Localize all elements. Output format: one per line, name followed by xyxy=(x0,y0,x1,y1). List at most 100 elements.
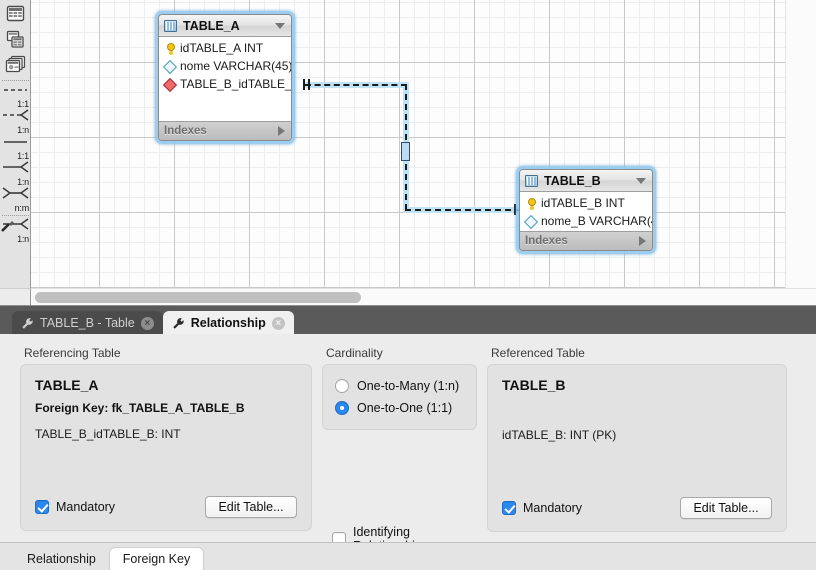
view-icon xyxy=(6,30,24,48)
connector-drag-handle[interactable] xyxy=(401,142,410,161)
referencing-table-section: Referencing Table TABLE_A Foreign Key: f… xyxy=(20,346,312,570)
button-label: Edit Table... xyxy=(218,500,284,514)
eer-column-row[interactable]: idTABLE_B INT xyxy=(520,194,652,212)
cardinality-section: Cardinality One-to-Many (1:n) One-to-One… xyxy=(322,346,477,570)
relationship-tool-label: n:m xyxy=(14,203,30,213)
editor-bottom-tab-bar: Relationship Foreign Key xyxy=(0,542,816,570)
primary-key-icon xyxy=(525,197,537,209)
radio-button[interactable] xyxy=(335,401,349,415)
radio-label: One-to-Many (1:n) xyxy=(357,379,460,393)
table-icon xyxy=(6,5,25,21)
referenced-actions: Mandatory Edit Table... xyxy=(502,497,772,519)
scrollbar-thumb[interactable] xyxy=(35,292,361,303)
relationship-n-m-identifying-tool[interactable]: n:m xyxy=(0,187,31,213)
eer-indexes-section[interactable]: Indexes xyxy=(159,121,291,140)
canvas-horizontal-scrollbar[interactable] xyxy=(31,288,816,305)
eer-column-row[interactable]: TABLE_B_idTABLE_… xyxy=(159,75,291,93)
eer-column-row[interactable]: idTABLE_A INT xyxy=(159,39,291,57)
referencing-mandatory-checkbox[interactable]: Mandatory xyxy=(35,500,115,514)
referenced-spacer xyxy=(502,401,772,428)
eer-table-header[interactable]: TABLE_A xyxy=(159,15,291,37)
eer-column-row[interactable]: nome VARCHAR(45) xyxy=(159,57,291,75)
palette-divider-1 xyxy=(2,80,29,81)
checkbox-box[interactable] xyxy=(35,500,49,514)
table-tool[interactable] xyxy=(0,0,31,26)
eer-table-table-b[interactable]: TABLE_B idTABLE_B INT nome_B VARCHAR(45) xyxy=(516,166,656,254)
column-icon xyxy=(525,215,537,227)
bottom-tab-foreign-key[interactable]: Foreign Key xyxy=(108,547,205,570)
chevron-right-icon[interactable] xyxy=(278,126,285,136)
relationship-1-n-identifying-tool[interactable]: 1:n xyxy=(0,161,31,187)
referencing-table-box: TABLE_A Foreign Key: fk_TABLE_A_TABLE_B … xyxy=(20,364,312,531)
radio-one-to-one[interactable]: One-to-One (1:1) xyxy=(335,397,464,419)
relationship-tool-label: 1:n xyxy=(17,234,29,244)
referenced-table-label: Referenced Table xyxy=(491,346,585,360)
relationship-1-1-non-identifying-optional-tool[interactable]: 1:1 xyxy=(0,83,31,109)
referencing-edit-table-button[interactable]: Edit Table... xyxy=(205,496,297,518)
tab-relationship[interactable]: Relationship × xyxy=(162,311,294,335)
eer-column-row[interactable]: nome_B VARCHAR(45) xyxy=(520,212,652,230)
referencing-table-name: TABLE_A xyxy=(35,377,99,393)
referencing-foreign-key: Foreign Key: fk_TABLE_A_TABLE_B xyxy=(35,401,245,415)
radio-button[interactable] xyxy=(335,379,349,393)
referencing-table-label: Referencing Table xyxy=(24,346,121,360)
chevron-down-icon[interactable] xyxy=(275,22,285,29)
scrollbar-corner xyxy=(0,288,31,305)
editor-panel: TABLE_B - Table × Relationship × Referen… xyxy=(0,305,816,570)
eer-table-title: TABLE_A xyxy=(183,18,240,33)
eer-column-list: idTABLE_A INT nome VARCHAR(45) TABLE_B_i… xyxy=(159,37,291,94)
referenced-table-section: Referenced Table TABLE_B idTABLE_B: INT … xyxy=(487,346,787,570)
eer-indexes-label: Indexes xyxy=(525,235,568,247)
eer-indexes-section[interactable]: Indexes xyxy=(520,231,652,250)
relationship-1-n-non-identifying-optional-tool[interactable]: 1:n xyxy=(0,109,31,135)
table-icon xyxy=(525,174,538,187)
referencing-column: TABLE_B_idTABLE_B: INT xyxy=(35,427,181,441)
relationship-tool-label: 1:1 xyxy=(17,99,29,109)
cardinality-label: Cardinality xyxy=(326,346,383,360)
eer-canvas[interactable]: TABLE_A idTABLE_A INT nome VARCHAR(45) T… xyxy=(31,0,816,288)
close-icon[interactable]: × xyxy=(271,316,285,330)
checkbox-box[interactable] xyxy=(502,501,516,515)
checkbox-label: Mandatory xyxy=(523,501,583,515)
foreign-key-icon xyxy=(164,78,176,90)
canvas-right-gutter xyxy=(785,0,816,288)
radio-one-to-many[interactable]: One-to-Many (1:n) xyxy=(335,375,464,397)
referenced-mandatory-checkbox[interactable]: Mandatory xyxy=(502,501,582,515)
eer-column-label: idTABLE_B INT xyxy=(541,196,625,210)
relationship-n-m-icon: n:m xyxy=(1,187,30,213)
chevron-down-icon[interactable] xyxy=(636,177,646,184)
button-label: Edit Table... xyxy=(693,501,759,515)
close-icon[interactable]: × xyxy=(140,316,154,330)
wrench-icon xyxy=(173,317,184,329)
relationship-tool-label: 1:n xyxy=(17,177,29,187)
tab-label: Relationship xyxy=(27,551,96,566)
palette-divider-2 xyxy=(2,215,29,216)
connector-segment-bottom[interactable] xyxy=(405,209,521,211)
relationship-1-1-dashed-icon: 1:1 xyxy=(1,83,30,109)
relationship-tool-label: 1:1 xyxy=(17,151,29,161)
referenced-edit-table-button[interactable]: Edit Table... xyxy=(680,497,772,519)
eer-column-label: nome VARCHAR(45) xyxy=(180,59,292,73)
view-tool[interactable] xyxy=(0,26,31,52)
eer-table-title: TABLE_B xyxy=(544,173,601,188)
editor-tab-strip: TABLE_B - Table × Relationship × xyxy=(0,306,816,335)
checkbox-label: Mandatory xyxy=(56,500,116,514)
eer-table-header[interactable]: TABLE_B xyxy=(520,170,652,192)
eer-table-body: TABLE_B idTABLE_B INT nome_B VARCHAR(45) xyxy=(519,169,653,251)
connector-segment-top[interactable] xyxy=(305,84,407,86)
chevron-right-icon[interactable] xyxy=(639,236,646,246)
relationship-pick-columns-tool[interactable]: 1:n xyxy=(0,218,31,244)
routine-group-tool[interactable] xyxy=(0,52,31,78)
relationship-editor-body: Referencing Table TABLE_A Foreign Key: f… xyxy=(0,334,816,570)
column-icon xyxy=(164,60,176,72)
relationship-tool-label: 1:n xyxy=(17,125,29,135)
tab-table-b-table[interactable]: TABLE_B - Table × xyxy=(12,311,163,335)
relationship-1-n-dashed-icon: 1:n xyxy=(1,109,30,135)
bottom-tab-relationship[interactable]: Relationship xyxy=(14,547,109,570)
relationship-1-1-identifying-tool[interactable]: 1:1 xyxy=(0,135,31,161)
cardinality-box: One-to-Many (1:n) One-to-One (1:1) xyxy=(322,364,477,430)
radio-label: One-to-One (1:1) xyxy=(357,401,453,415)
referenced-table-name: TABLE_B xyxy=(502,377,566,393)
relationship-1-1-solid-icon: 1:1 xyxy=(1,135,30,161)
eer-table-table-a[interactable]: TABLE_A idTABLE_A INT nome VARCHAR(45) T… xyxy=(155,11,295,144)
